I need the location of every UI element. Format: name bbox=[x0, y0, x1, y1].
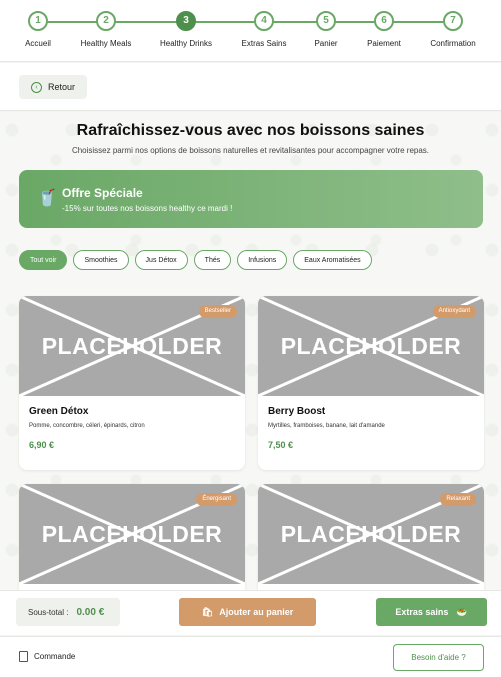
offer-text: -15% sur toutes nos boissons healthy ce … bbox=[62, 204, 233, 213]
special-offer-banner: 🥤 Offre Spéciale -15% sur toutes nos boi… bbox=[19, 170, 483, 228]
filter-chip-eaux-aromatisees[interactable]: Eaux Aromatisées bbox=[293, 250, 372, 270]
progress-stepper: 1 Accueil 2 Healthy Meals 3 Healthy Drin… bbox=[0, 0, 501, 62]
next-step-label: Extras sains bbox=[395, 607, 449, 617]
product-image-placeholder: PLACEHOLDER Antioxydant bbox=[258, 296, 484, 396]
step-number: 4 bbox=[254, 11, 274, 31]
step-label: Healthy Drinks bbox=[159, 39, 212, 48]
product-badge: Relaxant bbox=[440, 493, 476, 506]
page-title: Rafraîchissez-vous avec nos boissons sai… bbox=[76, 122, 425, 139]
product-image-placeholder: PLACEHOLDER Relaxant bbox=[258, 484, 484, 584]
step-healthy-drinks[interactable]: 3 Healthy Drinks bbox=[146, 11, 226, 48]
step-label: Paiement bbox=[367, 39, 401, 48]
product-card[interactable]: PLACEHOLDER Bestseller Green Détox Pomme… bbox=[19, 296, 245, 470]
add-to-cart-button[interactable]: 🛍 Ajouter au panier bbox=[179, 598, 316, 626]
step-paiement[interactable]: 6 Paiement bbox=[344, 11, 424, 48]
receipt-icon bbox=[19, 651, 28, 662]
filter-chip-infusions[interactable]: Infusions bbox=[237, 250, 288, 270]
add-to-cart-label: Ajouter au panier bbox=[219, 607, 294, 617]
product-badge: Bestseller bbox=[198, 305, 237, 318]
back-bar: ‹ Retour bbox=[0, 63, 501, 111]
placeholder-text: PLACEHOLDER bbox=[280, 521, 462, 547]
action-bar: Sous-total : 0.00 € 🛍 Ajouter au panier … bbox=[0, 590, 501, 635]
offer-title: Offre Spéciale bbox=[62, 186, 143, 200]
product-card[interactable]: PLACEHOLDER Relaxant bbox=[258, 484, 484, 590]
placeholder-text: PLACEHOLDER bbox=[41, 333, 223, 359]
help-button[interactable]: Besoin d'aide ? bbox=[393, 644, 484, 671]
footer: Commande Besoin d'aide ? bbox=[0, 636, 501, 677]
product-image-placeholder: PLACEHOLDER Bestseller bbox=[19, 296, 245, 396]
drink-cup-icon: 🥤 bbox=[37, 190, 57, 207]
product-ingredients: Myrtilles, framboises, banane, lait d'am… bbox=[268, 423, 385, 429]
step-number: 2 bbox=[96, 11, 116, 31]
product-name: Berry Boost bbox=[268, 406, 326, 417]
product-name: Green Détox bbox=[29, 406, 89, 417]
product-badge: Antioxydant bbox=[432, 305, 476, 318]
product-badge: Énergisant bbox=[196, 493, 237, 506]
filter-chip-thes[interactable]: Thés bbox=[193, 250, 232, 270]
product-price: 7,50 € bbox=[268, 440, 294, 450]
placeholder-text: PLACEHOLDER bbox=[280, 333, 462, 359]
arrow-left-circle-icon: ‹ bbox=[31, 81, 42, 93]
step-label: Confirmation bbox=[430, 39, 476, 48]
placeholder-text: PLACEHOLDER bbox=[41, 521, 223, 547]
filter-chip-tout-voir[interactable]: Tout voir bbox=[19, 250, 68, 270]
order-link[interactable]: Commande bbox=[19, 651, 75, 662]
product-card[interactable]: PLACEHOLDER Énergisant bbox=[19, 484, 245, 590]
product-ingredients: Pomme, concombre, céleri, épinards, citr… bbox=[29, 423, 145, 429]
subtotal-box: Sous-total : 0.00 € bbox=[16, 598, 120, 626]
step-number: 1 bbox=[28, 11, 48, 31]
subtotal-label: Sous-total : bbox=[28, 607, 69, 617]
step-number: 6 bbox=[374, 11, 394, 31]
step-number: 7 bbox=[443, 11, 463, 31]
step-number: 5 bbox=[316, 11, 336, 31]
step-confirmation[interactable]: 7 Confirmation bbox=[413, 11, 493, 48]
product-card[interactable]: PLACEHOLDER Antioxydant Berry Boost Myrt… bbox=[258, 296, 484, 470]
subtotal-value: 0.00 € bbox=[76, 606, 105, 618]
step-number: 3 bbox=[176, 11, 196, 31]
filter-chip-smoothies[interactable]: Smoothies bbox=[73, 250, 129, 270]
next-step-button[interactable]: Extras sains 🥗 bbox=[376, 598, 487, 626]
step-label: Healthy Meals bbox=[80, 39, 132, 48]
main-content: Rafraîchissez-vous avec nos boissons sai… bbox=[0, 112, 501, 590]
product-image-placeholder: PLACEHOLDER Énergisant bbox=[19, 484, 245, 584]
back-label: Retour bbox=[48, 82, 76, 92]
basket-icon: 🛍 bbox=[201, 606, 214, 617]
back-button[interactable]: ‹ Retour bbox=[19, 75, 87, 99]
salad-icon: 🥗 bbox=[456, 606, 468, 617]
order-label: Commande bbox=[34, 652, 76, 661]
filter-chip-jus-detox[interactable]: Jus Détox bbox=[134, 250, 188, 270]
page-subtitle: Choisissez parmi nos options de boissons… bbox=[71, 146, 430, 155]
filter-bar: Tout voir Smoothies Jus Détox Thés Infus… bbox=[19, 250, 372, 270]
product-price: 6,90 € bbox=[29, 440, 55, 450]
step-healthy-meals[interactable]: 2 Healthy Meals bbox=[66, 11, 146, 48]
